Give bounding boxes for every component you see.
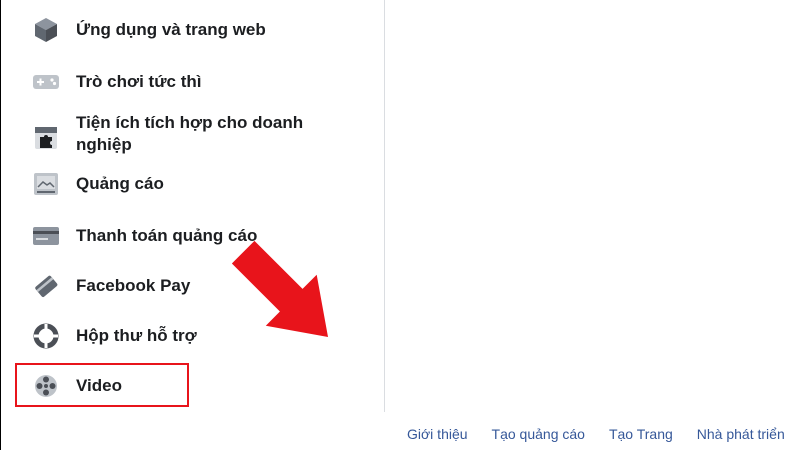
sidebar-divider [384,0,385,412]
sidebar-item-apps-and-websites[interactable]: Ứng dụng và trang web [32,16,266,44]
sidebar-item-label: Facebook Pay [76,276,191,295]
red-arrow-annotation [232,240,329,338]
gamepad-icon [32,68,60,96]
footer-link-about[interactable]: Giới thiệu [407,426,468,442]
lifebuoy-icon [32,322,60,350]
sidebar-item-support-inbox[interactable]: Hộp thư hỗ trợ [32,322,197,350]
footer-links: Giới thiệu Tạo quảng cáo Tạo Trang Nhà p… [407,426,785,442]
sidebar-item-facebook-pay[interactable]: Facebook Pay [32,272,190,300]
video-highlight-box [15,363,189,407]
footer-link-create-page[interactable]: Tạo Trang [609,426,673,442]
sidebar-item-label: Ứng dụng và trang web [76,20,266,39]
payment-card-icon [32,272,60,300]
footer-link-developers[interactable]: Nhà phát triển [697,426,785,442]
sidebar-item-business-integrations[interactable]: Tiện ích tích hợp cho doanh nghiệp [32,112,326,156]
ad-image-icon [32,170,60,198]
cube-icon [32,16,60,44]
sidebar-item-label: Trò chơi tức thì [76,72,202,91]
puzzle-icon [32,124,60,152]
sidebar-item-label: Thanh toán quảng cáo [76,226,258,245]
sidebar-item-ads[interactable]: Quảng cáo [32,170,164,198]
sidebar-item-label: Hộp thư hỗ trợ [76,326,197,345]
credit-card-icon [32,222,60,250]
sidebar-item-instant-games[interactable]: Trò chơi tức thì [32,68,201,96]
sidebar-item-label: Quảng cáo [76,174,164,193]
sidebar-item-label: Tiện ích tích hợp cho doanh nghiệp [76,113,304,154]
sidebar-item-ads-payments[interactable]: Thanh toán quảng cáo [32,222,257,250]
footer-link-create-ad[interactable]: Tạo quảng cáo [492,426,585,442]
